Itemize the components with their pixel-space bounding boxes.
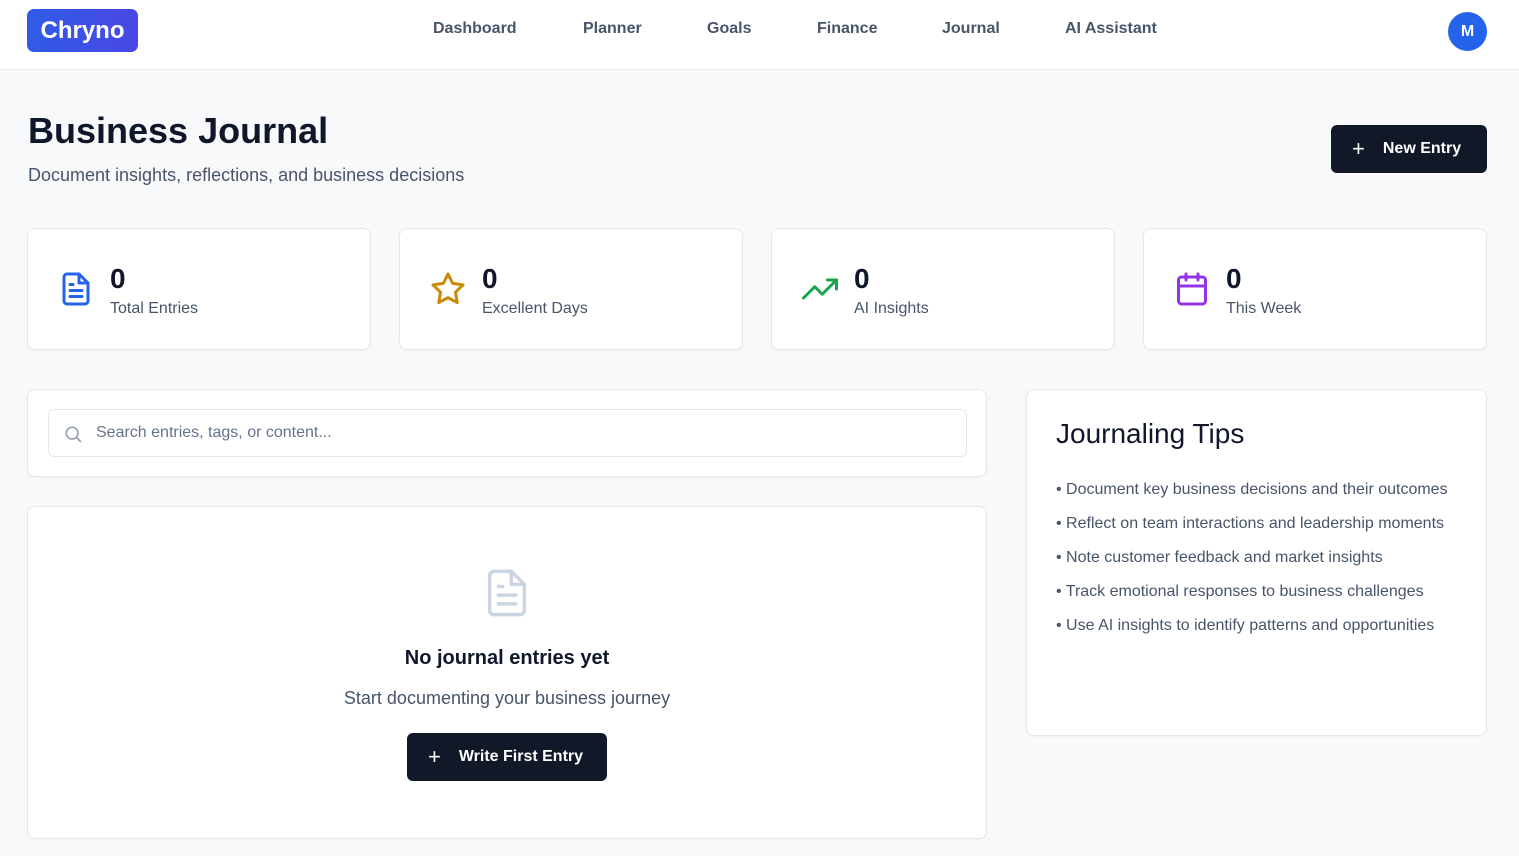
stat-value: 0 <box>482 263 498 294</box>
stat-label: This Week <box>1226 300 1302 317</box>
stat-label: Total Entries <box>110 300 199 317</box>
empty-state-subtitle: Start documenting your business journey <box>343 688 671 708</box>
tip-item: • Reflect on team interactions and leade… <box>1056 515 1445 532</box>
tips-list: • Document key business decisions and th… <box>1056 478 1456 648</box>
calendar-icon <box>1177 272 1207 306</box>
stat-label: Excellent Days <box>482 300 588 317</box>
write-first-entry-label: Write First Entry <box>458 748 584 765</box>
new-entry-label: New Entry <box>1382 140 1462 157</box>
tip-item: • Track emotional responses to business … <box>1056 583 1424 600</box>
plus-icon: + <box>1352 136 1365 161</box>
nav-item-ai-assistant[interactable]: AI Assistant <box>1065 20 1157 42</box>
stat-label: AI Insights <box>854 300 929 317</box>
stat-value: 0 <box>110 263 126 294</box>
stat-card-ai-insights: 0 AI Insights <box>771 228 1115 350</box>
search-box <box>48 409 967 457</box>
search-input[interactable] <box>96 410 956 456</box>
stat-value: 0 <box>854 263 870 294</box>
tip-item: • Use AI insights to identify patterns a… <box>1056 617 1435 634</box>
plus-icon: + <box>428 744 441 769</box>
tips-title: Journaling Tips <box>1056 418 1245 449</box>
search-icon <box>65 426 82 443</box>
trending-up-icon <box>802 278 838 300</box>
stat-card-total-entries: 0 Total Entries <box>27 228 371 350</box>
stat-card-excellent-days: 0 Excellent Days <box>399 228 743 350</box>
tip-item: • Document key business decisions and th… <box>1056 481 1448 498</box>
stat-card-this-week: 0 This Week <box>1143 228 1487 350</box>
document-icon <box>62 272 90 306</box>
star-icon <box>431 272 465 305</box>
app-logo[interactable]: Chryno <box>27 9 138 52</box>
page-subtitle: Document insights, reflections, and busi… <box>28 165 465 185</box>
tip-item: • Note customer feedback and market insi… <box>1056 549 1383 566</box>
write-first-entry-button[interactable]: + Write First Entry <box>407 733 607 781</box>
journaling-tips-card: Journaling Tips • Document key business … <box>1026 389 1487 736</box>
empty-state-title: No journal entries yet <box>404 647 610 669</box>
document-icon <box>487 569 527 617</box>
stat-value: 0 <box>1226 263 1242 294</box>
nav-item-planner[interactable]: Planner <box>583 20 642 42</box>
nav-item-goals[interactable]: Goals <box>707 20 751 42</box>
user-avatar[interactable]: M <box>1448 12 1487 51</box>
nav-item-finance[interactable]: Finance <box>817 20 877 42</box>
search-card <box>27 389 987 477</box>
nav-item-dashboard[interactable]: Dashboard <box>433 20 517 42</box>
entries-empty-state: No journal entries yet Start documenting… <box>27 506 987 839</box>
top-navbar: Chryno Dashboard Planner Goals Finance J… <box>0 0 1519 70</box>
nav-item-journal[interactable]: Journal <box>942 20 1000 42</box>
page-title: Business Journal <box>28 110 329 151</box>
new-entry-button[interactable]: + New Entry <box>1331 125 1487 173</box>
